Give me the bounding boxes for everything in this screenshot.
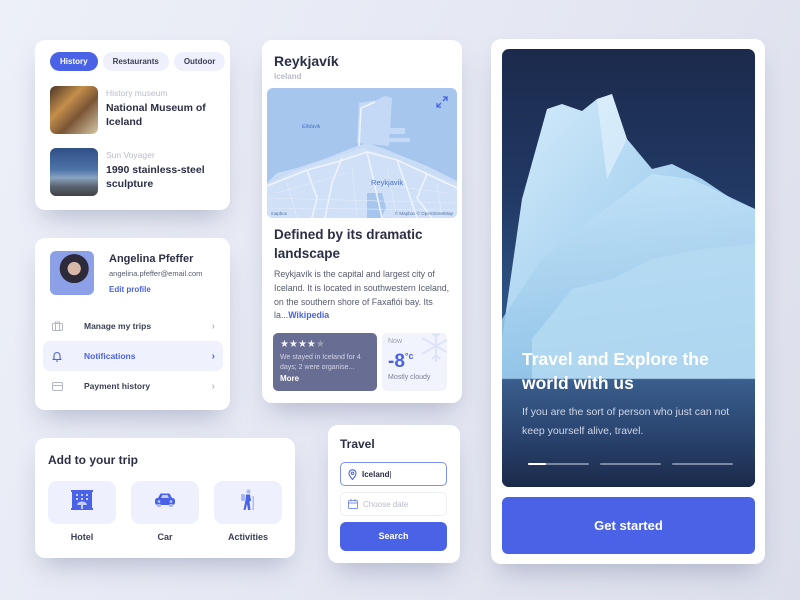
hero-image: Travel and Explore the world with us If …: [502, 49, 755, 487]
menu-item-label: Notifications: [84, 351, 136, 361]
location-value: Iceland: [362, 469, 390, 479]
tab-restaurants[interactable]: Restaurants: [102, 52, 169, 71]
place-item[interactable]: History museum National Museum of Icelan…: [50, 86, 230, 134]
category-tabs: History Restaurants Outdoor: [50, 52, 226, 71]
star-icon: ★: [288, 339, 298, 350]
get-started-button[interactable]: Get started: [502, 497, 755, 554]
weather-widget: Now -8°c Mostly cloudy: [382, 333, 447, 391]
calendar-icon: [348, 499, 358, 509]
weather-label: Now: [388, 338, 403, 345]
menu-item-payment-history[interactable]: Payment history ›: [43, 371, 223, 401]
page-indicator-1[interactable]: [528, 463, 589, 465]
profile-card: Angelina Pfeffer angelina.pfeffer@email.…: [35, 238, 230, 410]
avatar: [50, 251, 94, 295]
onboarding-title: Travel and Explore the world with us: [522, 349, 709, 393]
review-more-link[interactable]: More: [280, 374, 370, 383]
hiker-icon: [240, 489, 256, 516]
add-hotel-label: Hotel: [70, 532, 94, 542]
city-map[interactable]: Ellidavik Reykjavik mapbox © Mapbox © Op…: [267, 88, 457, 218]
add-hotel-button[interactable]: Hotel: [48, 481, 116, 542]
edit-profile-link[interactable]: Edit profile: [109, 285, 151, 294]
travel-title: Travel: [340, 437, 375, 451]
add-to-trip-card: Add to your trip Hotel Car Activities: [35, 438, 295, 558]
place-title: 1990 stainless-steel sculpture: [106, 164, 205, 190]
map-attribution: © Mapbox © OpenStreetMap: [394, 211, 453, 216]
star-icon: ★: [280, 339, 289, 350]
add-to-trip-title: Add to your trip: [48, 453, 138, 467]
menu-item-notifications[interactable]: Notifications ›: [43, 341, 223, 371]
location-input[interactable]: Iceland |: [340, 462, 447, 486]
tab-history[interactable]: History: [50, 52, 98, 71]
expand-icon[interactable]: [436, 96, 448, 108]
menu-item-label: Payment history: [84, 381, 151, 391]
weather-condition: Mostly cloudy: [388, 374, 431, 381]
page-indicator-2[interactable]: [600, 463, 661, 465]
star-icon: ★: [297, 339, 307, 350]
add-car-label: Car: [157, 532, 173, 542]
chevron-right-icon: ›: [211, 350, 215, 362]
place-category: Sun Voyager: [106, 150, 155, 160]
star-icon: ★: [306, 339, 316, 350]
place-thumbnail: [50, 86, 98, 134]
menu-item-manage-trips[interactable]: Manage my trips ›: [43, 311, 223, 341]
onboarding-subtitle: If you are the sort of person who just c…: [522, 406, 730, 437]
rating-stars: ★★★★★: [280, 339, 370, 350]
place-category: History museum: [106, 88, 168, 98]
city-description: Reykjavík is the capital and largest cit…: [274, 268, 454, 323]
place-item[interactable]: Sun Voyager 1990 stainless-steel sculptu…: [50, 148, 230, 196]
briefcase-icon: [51, 320, 63, 332]
temperature-unit: °c: [404, 351, 414, 361]
page-indicator: [528, 463, 733, 465]
place-title: National Museum of Iceland: [106, 102, 206, 128]
onboarding-card: Travel and Explore the world with us If …: [491, 39, 765, 564]
car-icon: [154, 492, 176, 513]
map-label-bay: Ellidavik: [302, 124, 321, 130]
page-progress-fill: [528, 463, 547, 465]
review-card[interactable]: ★★★★★ We stayed in Iceland for 4 days; 2…: [273, 333, 377, 391]
map-label-city: Reykjavik: [371, 178, 404, 187]
date-input[interactable]: Choose date: [340, 492, 447, 516]
chevron-right-icon: ›: [211, 320, 215, 332]
profile-menu: Manage my trips › Notifications › Paymen…: [43, 311, 223, 401]
bell-icon: [51, 350, 63, 362]
temperature-value: -8: [388, 351, 405, 372]
credit-card-icon: [51, 380, 63, 392]
date-placeholder: Choose date: [363, 499, 409, 509]
mapbox-logo: mapbox: [271, 211, 288, 216]
page-indicator-3[interactable]: [672, 463, 733, 465]
explore-card: History Restaurants Outdoor History muse…: [35, 40, 230, 210]
city-country: Iceland: [274, 72, 302, 81]
review-text: We stayed in Iceland for 4 days; 2 were …: [280, 354, 361, 371]
city-name: Reykjavík: [274, 53, 339, 69]
travel-search-card: Travel Iceland | Choose date Search: [328, 425, 460, 563]
profile-name: Angelina Pfeffer: [109, 253, 194, 265]
menu-item-label: Manage my trips: [84, 321, 152, 331]
add-car-button[interactable]: Car: [131, 481, 199, 542]
weather-temperature: -8°c: [388, 346, 441, 372]
chevron-right-icon: ›: [211, 380, 215, 392]
hotel-icon: [71, 490, 93, 515]
profile-email: angelina.pfeffer@email.com: [109, 269, 203, 278]
tab-outdoor[interactable]: Outdoor: [173, 52, 226, 71]
add-activities-button[interactable]: Activities: [214, 481, 282, 542]
wikipedia-link[interactable]: Wikipedia: [288, 310, 329, 320]
search-button[interactable]: Search: [340, 522, 447, 551]
city-heading: Defined by its dramatic landscape: [274, 227, 423, 261]
location-pin-icon: [348, 468, 357, 480]
city-card: Reykjavík Iceland Ellidavik Reykjavik ma…: [262, 40, 462, 403]
add-activities-label: Activities: [227, 532, 269, 542]
place-thumbnail: [50, 148, 98, 196]
star-icon: ★: [315, 339, 325, 350]
